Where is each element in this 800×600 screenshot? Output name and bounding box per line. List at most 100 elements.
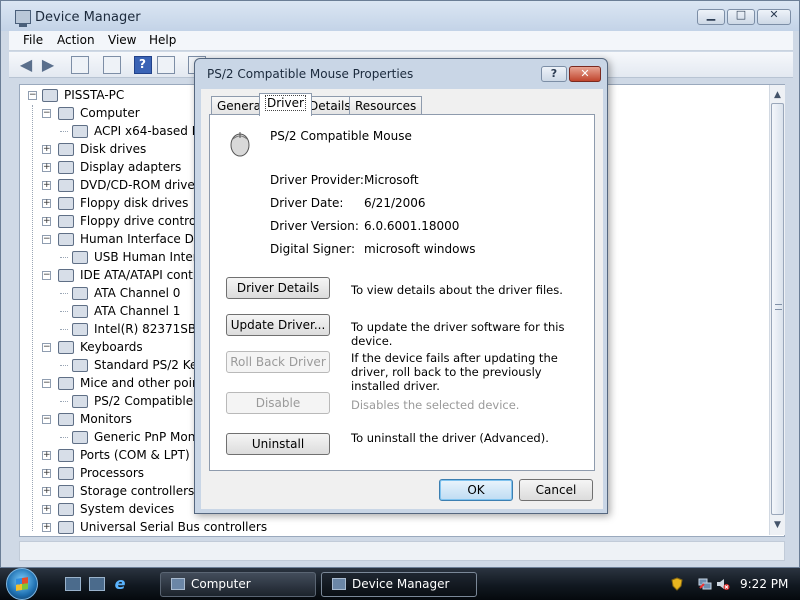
update-driver-button[interactable]: Update Driver... <box>226 314 330 336</box>
tree-guide-line <box>32 105 33 531</box>
usb-icon <box>58 521 74 534</box>
tree-item-label: ATA Channel 1 <box>94 304 181 318</box>
properties-icon[interactable] <box>71 56 89 74</box>
controller-icon <box>72 287 88 300</box>
collapse-toggle[interactable]: − <box>28 91 37 100</box>
tree-item-label: Disk drives <box>80 142 147 156</box>
collapse-toggle[interactable]: − <box>42 271 51 280</box>
driver-details-button[interactable]: Driver Details <box>226 277 330 299</box>
update-driver-desc: To update the driver software for this d… <box>351 320 565 348</box>
tree-root-label: PISSTA-PC <box>64 88 125 102</box>
monitor-icon <box>58 413 74 426</box>
tab-label: Resources <box>355 99 417 113</box>
vertical-scrollbar[interactable]: ▲ ▼ <box>769 85 785 535</box>
expand-toggle[interactable]: + <box>42 217 51 226</box>
tree-branch-line <box>60 257 68 258</box>
clock: 9:22 PM <box>740 577 789 591</box>
tree-branch-line <box>60 293 68 294</box>
scroll-up-arrow-icon[interactable]: ▲ <box>770 87 785 103</box>
taskbar-computer[interactable]: Computer <box>160 572 316 597</box>
tree-branch-line <box>60 401 68 402</box>
collapse-toggle[interactable]: − <box>42 415 51 424</box>
tree-branch-line <box>60 365 68 366</box>
help-icon[interactable] <box>134 56 152 74</box>
expand-toggle[interactable]: + <box>42 181 51 190</box>
close-icon: ✕ <box>769 8 779 21</box>
tree-branch-line <box>60 131 68 132</box>
scroll-down-arrow-icon[interactable]: ▼ <box>770 517 785 533</box>
expand-toggle[interactable]: + <box>42 451 51 460</box>
menu-action[interactable]: Action <box>57 33 95 47</box>
mouse-icon <box>72 395 88 408</box>
expand-toggle[interactable]: + <box>42 523 51 532</box>
ok-button[interactable]: OK <box>439 479 513 501</box>
security-shield-icon[interactable] <box>670 577 684 591</box>
mouse-icon <box>230 132 250 157</box>
close-button[interactable]: ✕ <box>757 8 791 25</box>
scroll-thumb[interactable] <box>771 103 784 515</box>
collapse-toggle[interactable]: − <box>42 379 51 388</box>
collapse-toggle[interactable]: − <box>42 109 51 118</box>
internet-explorer-icon[interactable]: e <box>111 576 129 592</box>
title-bar[interactable]: Device Manager ▁ □ ✕ <box>1 1 799 31</box>
dialog-help-button[interactable]: ? <box>541 66 567 82</box>
show-desktop-icon[interactable] <box>65 577 81 591</box>
taskbar-device-manager[interactable]: Device Manager <box>321 572 477 597</box>
hid-icon <box>58 233 74 246</box>
status-bar <box>19 541 785 561</box>
start-button[interactable] <box>6 568 38 600</box>
menu-view[interactable]: View <box>108 33 136 47</box>
document-icon[interactable] <box>103 56 121 74</box>
roll-back-driver-button[interactable]: Roll Back Driver <box>226 351 330 373</box>
mouse-icon <box>58 377 74 390</box>
tree-item-label: Monitors <box>80 412 132 426</box>
tab-driver[interactable]: Driver <box>259 93 312 116</box>
expand-toggle[interactable]: + <box>42 199 51 208</box>
expand-toggle[interactable]: + <box>42 469 51 478</box>
uninstall-button[interactable]: Uninstall <box>226 433 330 455</box>
cancel-button[interactable]: Cancel <box>519 479 593 501</box>
roll-back-driver-desc: If the device fails after updating the d… <box>351 351 558 393</box>
taskbar: e Computer Device Manager 9:22 PM <box>0 568 800 600</box>
disable-button[interactable]: Disable <box>226 392 330 414</box>
minimize-button[interactable]: ▁ <box>697 8 725 25</box>
collapse-toggle[interactable]: − <box>42 235 51 244</box>
driver-details-desc: To view details about the driver files. <box>351 283 563 297</box>
tree-item-label: Processors <box>80 466 145 480</box>
display-adapter-icon <box>58 161 74 174</box>
driver-date-value: 6/21/2006 <box>364 196 426 210</box>
system-device-icon <box>58 503 74 516</box>
tree-branch-line <box>60 437 68 438</box>
device-list-icon[interactable] <box>157 56 175 74</box>
uninstall-desc: To uninstall the driver (Advanced). <box>351 431 549 445</box>
device-name: PS/2 Compatible Mouse <box>270 129 412 143</box>
expand-toggle[interactable]: + <box>42 505 51 514</box>
dvd-drive-icon <box>58 179 74 192</box>
switch-windows-icon[interactable] <box>89 577 105 591</box>
menu-file[interactable]: File <box>23 33 43 47</box>
tree-item-label: Computer <box>80 106 140 120</box>
expand-toggle[interactable]: + <box>42 145 51 154</box>
tab-label: Details <box>309 99 351 113</box>
tab-label: General <box>217 99 265 113</box>
collapse-toggle[interactable]: − <box>42 343 51 352</box>
tab-resources[interactable]: Resources <box>349 96 423 115</box>
grip-icon <box>775 304 782 310</box>
volume-muted-icon[interactable] <box>716 577 730 591</box>
menu-bar: File Action View Help <box>9 31 793 51</box>
dialog-close-button[interactable]: ✕ <box>569 66 601 82</box>
expand-toggle[interactable]: + <box>42 487 51 496</box>
keyboard-icon <box>58 341 74 354</box>
network-icon[interactable] <box>698 577 712 591</box>
maximize-button[interactable]: □ <box>727 8 755 25</box>
windows-logo-icon <box>16 577 28 591</box>
computer-icon <box>42 89 58 102</box>
tree-item-label: System devices <box>80 502 175 516</box>
expand-toggle[interactable]: + <box>42 163 51 172</box>
digital-signer-label: Digital Signer: <box>270 242 356 256</box>
forward-arrow-icon[interactable]: ▶ <box>39 56 57 74</box>
tree-branch-line <box>60 311 68 312</box>
minimize-icon: ▁ <box>706 8 716 21</box>
back-arrow-icon[interactable]: ◀ <box>17 56 35 74</box>
menu-help[interactable]: Help <box>149 33 176 47</box>
